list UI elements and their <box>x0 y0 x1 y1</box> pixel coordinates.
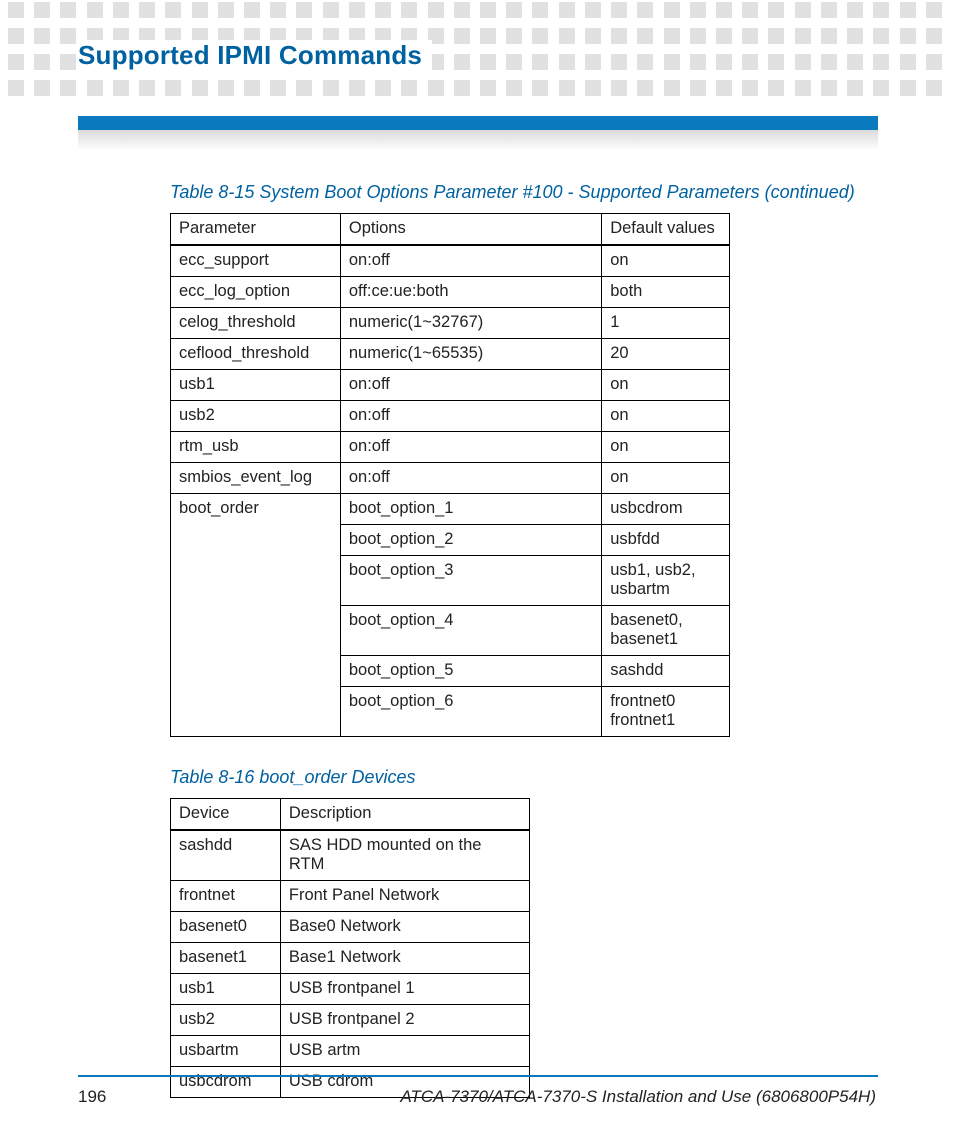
table-row: usb2on:offon <box>171 401 730 432</box>
table-row: basenet1Base1 Network <box>171 943 530 974</box>
cell: Base1 Network <box>280 943 529 974</box>
table-row: usb1USB frontpanel 1 <box>171 974 530 1005</box>
cell: on:off <box>340 463 601 494</box>
table-row: frontnetFront Panel Network <box>171 881 530 912</box>
cell: boot_option_4 <box>340 606 601 656</box>
table-header-row: Device Description <box>171 799 530 831</box>
table-header-row: Parameter Options Default values <box>171 214 730 246</box>
cell: on:off <box>340 432 601 463</box>
table-row: usb1on:offon <box>171 370 730 401</box>
page-number: 196 <box>78 1087 106 1107</box>
cell: Base0 Network <box>280 912 529 943</box>
table-row: rtm_usbon:offon <box>171 432 730 463</box>
cell: boot_option_2 <box>340 525 601 556</box>
cell: USB artm <box>280 1036 529 1067</box>
cell: boot_order <box>171 494 341 737</box>
cell: rtm_usb <box>171 432 341 463</box>
cell: usbfdd <box>602 525 730 556</box>
cell: frontnet0 frontnet1 <box>602 687 730 737</box>
table-row: usb2USB frontpanel 2 <box>171 1005 530 1036</box>
cell: usb1 <box>171 370 341 401</box>
cell: 1 <box>602 308 730 339</box>
cell: smbios_event_log <box>171 463 341 494</box>
cell: 20 <box>602 339 730 370</box>
cell: numeric(1~32767) <box>340 308 601 339</box>
cell: usb2 <box>171 1005 281 1036</box>
cell: Front Panel Network <box>280 881 529 912</box>
cell: boot_option_3 <box>340 556 601 606</box>
cell: celog_threshold <box>171 308 341 339</box>
cell: on:off <box>340 401 601 432</box>
cell: SAS HDD mounted on the RTM <box>280 830 529 881</box>
table-caption-8-16: Table 8-16 boot_order Devices <box>170 767 880 788</box>
footer-doc-title: ATCA-7370/ATCA-7370-S Installation and U… <box>400 1087 876 1107</box>
cell: usb2 <box>171 401 341 432</box>
section-title: Supported IPMI Commands <box>78 40 432 71</box>
cell: USB frontpanel 2 <box>280 1005 529 1036</box>
table-8-16: Device Description sashddSAS HDD mounted… <box>170 798 530 1098</box>
cell: ceflood_threshold <box>171 339 341 370</box>
cell: basenet1 <box>171 943 281 974</box>
cell: on <box>602 245 730 277</box>
cell: on <box>602 401 730 432</box>
cell: on <box>602 463 730 494</box>
cell: boot_option_1 <box>340 494 601 525</box>
cell: basenet0, basenet1 <box>602 606 730 656</box>
table-row: ecc_log_optionoff:ce:ue:bothboth <box>171 277 730 308</box>
cell: usbartm <box>171 1036 281 1067</box>
cell: on <box>602 432 730 463</box>
cell: sashdd <box>171 830 281 881</box>
table-row: smbios_event_logon:offon <box>171 463 730 494</box>
cell: on:off <box>340 245 601 277</box>
cell: USB frontpanel 1 <box>280 974 529 1005</box>
table-row: ecc_supporton:offon <box>171 245 730 277</box>
footer-rule <box>78 1075 878 1077</box>
cell: basenet0 <box>171 912 281 943</box>
col-default: Default values <box>602 214 730 246</box>
table-8-15: Parameter Options Default values ecc_sup… <box>170 213 730 737</box>
cell: boot_option_6 <box>340 687 601 737</box>
cell: usb1, usb2, usbartm <box>602 556 730 606</box>
table-caption-8-15: Table 8-15 System Boot Options Parameter… <box>170 182 880 203</box>
table-row: sashddSAS HDD mounted on the RTM <box>171 830 530 881</box>
col-device: Device <box>171 799 281 831</box>
table-row: celog_thresholdnumeric(1~32767)1 <box>171 308 730 339</box>
cell: on <box>602 370 730 401</box>
col-description: Description <box>280 799 529 831</box>
cell: sashdd <box>602 656 730 687</box>
table-row: boot_orderboot_option_1usbcdrom <box>171 494 730 525</box>
cell: usbcdrom <box>602 494 730 525</box>
cell: usbcdrom <box>171 1067 281 1098</box>
col-parameter: Parameter <box>171 214 341 246</box>
table-row: usbartmUSB artm <box>171 1036 530 1067</box>
cell: usb1 <box>171 974 281 1005</box>
cell: on:off <box>340 370 601 401</box>
cell: boot_option_5 <box>340 656 601 687</box>
cell: both <box>602 277 730 308</box>
cell: numeric(1~65535) <box>340 339 601 370</box>
col-options: Options <box>340 214 601 246</box>
table-row: ceflood_thresholdnumeric(1~65535)20 <box>171 339 730 370</box>
cell: frontnet <box>171 881 281 912</box>
cell: ecc_log_option <box>171 277 341 308</box>
cell: off:ce:ue:both <box>340 277 601 308</box>
header-rule <box>78 116 878 150</box>
table-row: basenet0Base0 Network <box>171 912 530 943</box>
cell: ecc_support <box>171 245 341 277</box>
